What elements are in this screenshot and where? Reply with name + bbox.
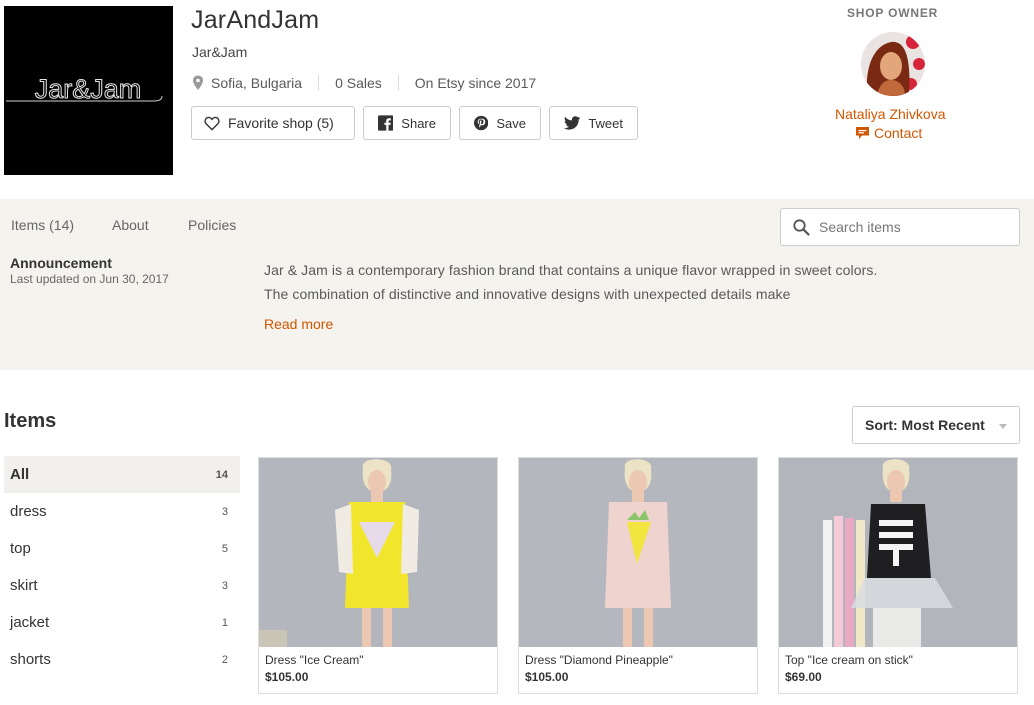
category-count: 14 [215, 468, 228, 481]
announcement-title: Announcement [10, 255, 112, 271]
category-label: jacket [10, 614, 50, 631]
sort-select[interactable]: Sort: Most Recent [852, 406, 1020, 444]
search-box [780, 208, 1020, 246]
shop-sales[interactable]: 0 Sales [335, 75, 382, 91]
favorite-shop-label: Favorite shop (5) [228, 115, 334, 131]
category-count: 3 [221, 505, 228, 518]
owner-avatar[interactable] [861, 32, 925, 96]
listing-title[interactable]: Top "Ice cream on stick" [785, 653, 913, 667]
category-dress[interactable]: dress 3 [4, 493, 240, 530]
shop-owner-heading: SHOP OWNER [847, 6, 939, 20]
shop-logo-graphic: Jar&Jam [6, 74, 163, 105]
category-label: dress [10, 503, 47, 520]
message-icon [856, 127, 869, 139]
contact-label: Contact [874, 125, 923, 141]
listing-price: $105.00 [265, 670, 309, 684]
sort-label: Sort: Most Recent [865, 417, 985, 433]
owner-avatar-image [861, 32, 925, 96]
shop-subtitle: Jar&Jam [192, 44, 248, 60]
category-shorts[interactable]: shorts 2 [4, 641, 240, 678]
tab-about[interactable]: About [112, 217, 149, 233]
favorite-shop-button[interactable]: Favorite shop (5) [191, 106, 355, 140]
listing-title[interactable]: Dress "Diamond Pineapple" [525, 653, 673, 667]
read-more-link[interactable]: Read more [264, 316, 333, 332]
category-count: 5 [221, 542, 228, 555]
items-heading: Items [4, 410, 57, 432]
listing-card[interactable]: Dress "Diamond Pineapple" $105.00 [518, 457, 758, 694]
share-label: Share [401, 115, 436, 131]
category-label: skirt [10, 577, 38, 594]
category-list: All 14 dress 3 top 5 skirt 3 jacket 1 sh… [4, 456, 240, 678]
tab-items[interactable]: Items (14) [11, 217, 74, 233]
listing-price: $69.00 [785, 670, 822, 684]
shop-logo[interactable]: Jar&Jam [4, 6, 173, 175]
shop-location: Sofia, Bulgaria [211, 75, 303, 91]
category-label: All [10, 466, 30, 483]
pinterest-icon [474, 115, 489, 131]
shop-meta: Sofia, Bulgaria 0 Sales On Etsy since 20… [192, 74, 536, 92]
contact-owner-link[interactable]: Contact [856, 125, 922, 141]
category-jacket[interactable]: jacket 1 [4, 604, 240, 641]
meta-divider [397, 75, 399, 91]
category-skirt[interactable]: skirt 3 [4, 567, 240, 604]
facebook-icon [378, 115, 394, 131]
listing-photo[interactable] [259, 458, 497, 647]
listing-card[interactable]: Dress "Ice Cream" $105.00 [258, 457, 498, 694]
listing-price: $105.00 [525, 670, 569, 684]
category-label: top [10, 540, 31, 557]
shop-logo-text: Jar&Jam [35, 74, 142, 104]
tweet-label: Tweet [588, 115, 623, 131]
share-button[interactable]: Share [363, 106, 451, 140]
listing-photo[interactable] [519, 458, 757, 647]
tab-policies[interactable]: Policies [188, 217, 236, 233]
save-label: Save [496, 115, 526, 131]
search-icon [793, 218, 810, 236]
category-count: 1 [221, 616, 228, 629]
search-items-input[interactable] [819, 219, 999, 235]
category-count: 3 [221, 579, 228, 592]
category-top[interactable]: top 5 [4, 530, 240, 567]
announcement-text: Jar & Jam is a contemporary fashion bran… [264, 262, 878, 302]
caret-down-icon [999, 424, 1007, 429]
tweet-button[interactable]: Tweet [549, 106, 638, 140]
meta-divider [318, 75, 320, 91]
category-all[interactable]: All 14 [4, 456, 240, 493]
category-label: shorts [10, 651, 51, 668]
announcement-updated: Last updated on Jun 30, 2017 [10, 272, 169, 286]
shop-name: JarAndJam [191, 6, 320, 34]
listing-photo[interactable] [779, 458, 1017, 647]
shop-actions: Favorite shop (5) Share Save Tweet [191, 106, 646, 140]
owner-name-link[interactable]: Nataliya Zhivkova [835, 106, 946, 122]
shop-since: On Etsy since 2017 [414, 75, 537, 91]
listing-image [519, 458, 757, 647]
listing-title[interactable]: Dress "Ice Cream" [265, 653, 364, 667]
listing-image [259, 458, 497, 647]
listing-card[interactable]: Top "Ice cream on stick" $69.00 [778, 457, 1018, 694]
listing-image [779, 458, 1017, 647]
twitter-icon [564, 116, 581, 130]
map-pin-icon [193, 75, 203, 90]
category-count: 2 [221, 653, 228, 666]
save-button[interactable]: Save [459, 106, 541, 140]
heart-icon [204, 116, 220, 131]
